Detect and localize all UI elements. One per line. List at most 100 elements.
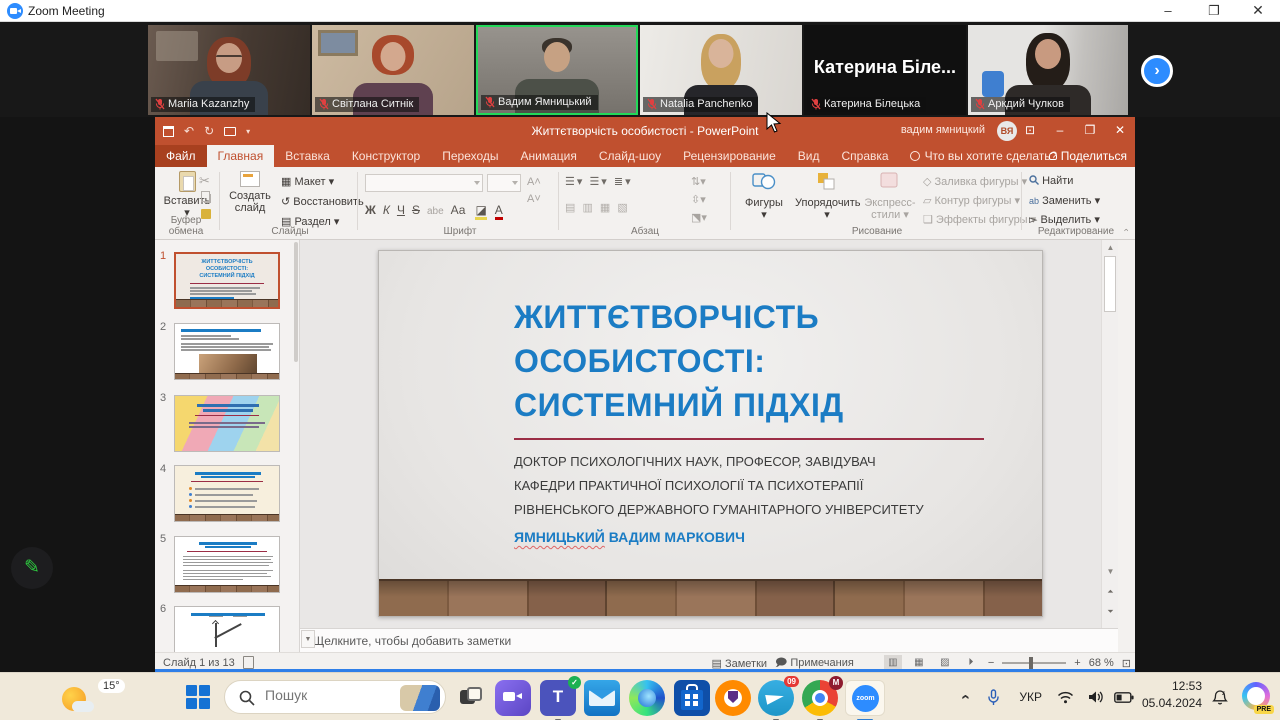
slide-thumbnail-1[interactable]: ЖИТТЄТВОРЧІСТЬОСОБИСТОСТІ:СИСТЕМНИЙ ПІДХ… <box>174 252 280 309</box>
search-box[interactable] <box>224 680 446 714</box>
ppt-minimize-button[interactable]: – <box>1045 117 1075 145</box>
task-view-button[interactable] <box>460 687 484 707</box>
ppt-user-name[interactable]: вадим ямницкий <box>901 124 985 136</box>
chat-app-icon[interactable] <box>495 680 531 716</box>
tab-review[interactable]: Рецензирование <box>672 145 787 167</box>
strike-button[interactable]: S <box>412 203 420 217</box>
reset-button[interactable]: ↺ Восстановить <box>281 195 364 208</box>
zoom-restore-button[interactable]: ❐ <box>1194 0 1234 22</box>
slide-thumbnail-5[interactable] <box>174 536 280 593</box>
video-tile-3-active[interactable]: Вадим Ямницький <box>476 25 638 115</box>
ppt-restore-button[interactable]: ❐ <box>1075 117 1105 145</box>
zoom-in-icon[interactable]: + <box>1074 657 1080 669</box>
italic-button[interactable]: К <box>383 203 390 217</box>
highlight-color-button[interactable]: ◪ <box>475 203 486 220</box>
slide-canvas[interactable]: ЖИТТЄТВОРЧІСТЬ ОСОБИСТОСТІ: СИСТЕМНИЙ ПІ… <box>378 250 1043 617</box>
video-tile-6[interactable]: Аркдий Чулков <box>968 25 1128 115</box>
slide-thumbnail-3[interactable] <box>174 395 280 452</box>
quick-styles-button[interactable]: Экспресс-стили ▾ <box>863 171 917 221</box>
tab-view[interactable]: Вид <box>787 145 831 167</box>
zoom-minimize-button[interactable]: – <box>1148 0 1188 22</box>
bold-button[interactable]: Ж <box>365 203 376 217</box>
slide-subtitle[interactable]: ДОКТОР ПСИХОЛОГІЧНИХ НАУК, ПРОФЕСОР, ЗАВ… <box>514 450 994 522</box>
previous-slide-icon[interactable]: ⏶ <box>1102 584 1118 600</box>
collapse-ribbon-icon[interactable]: › <box>1121 229 1131 232</box>
scroll-up-icon[interactable]: ▲ <box>1102 240 1118 256</box>
shape-fill-button[interactable]: ◇ Заливка фигуры ▾ <box>923 175 1027 188</box>
align-buttons[interactable]: ▤ ▥ ▦ ▧ <box>565 201 630 214</box>
zoom-percentage[interactable]: 68 % <box>1089 657 1114 669</box>
zoom-taskbar-icon[interactable]: zoom <box>845 680 885 716</box>
cut-icon[interactable]: ✂ <box>199 173 210 189</box>
share-button[interactable]: Поделиться <box>1049 145 1127 167</box>
smartart-button[interactable]: ⬔▾ <box>691 211 707 224</box>
ribbon-display-options-icon[interactable]: ⊡ <box>1015 117 1045 145</box>
font-name-combo[interactable] <box>365 174 483 192</box>
tray-wifi-icon[interactable] <box>1057 673 1074 720</box>
tab-insert[interactable]: Вставка <box>274 145 341 167</box>
select-button[interactable]: ▻ Выделить ▾ <box>1029 213 1100 226</box>
new-slide-button[interactable]: Создать слайд <box>225 171 275 214</box>
search-input[interactable] <box>265 687 385 703</box>
next-slide-icon[interactable]: ⏷ <box>1102 604 1118 620</box>
start-button[interactable] <box>186 685 210 709</box>
spellcheck-icon[interactable] <box>243 656 254 669</box>
avast-icon[interactable] <box>715 680 751 716</box>
scroll-down-icon[interactable]: ▼ <box>1102 564 1118 580</box>
slide-author[interactable]: ЯМНИЦЬКИЙ ВАДИМ МАРКОВИЧ <box>514 529 745 545</box>
telegram-icon[interactable]: 09 <box>758 680 794 716</box>
slide-thumbnail-4[interactable] <box>174 465 280 522</box>
next-videos-button[interactable]: › <box>1141 55 1173 87</box>
notes-pane[interactable]: Щелкните, чтобы добавить заметки <box>300 628 1118 652</box>
char-spacing-button[interactable]: abe <box>427 206 444 217</box>
shrink-font-icon[interactable]: A˅ <box>527 193 541 205</box>
underline-button[interactable]: Ч <box>397 203 405 217</box>
tell-me-box[interactable]: Что вы хотите сделать? <box>900 145 1068 167</box>
fit-to-window-icon[interactable]: ⊡ <box>1122 657 1131 670</box>
grow-font-icon[interactable]: A˄ <box>527 176 541 188</box>
zoom-out-icon[interactable]: − <box>988 657 994 669</box>
notes-splitter-button[interactable]: ▼ <box>301 630 315 648</box>
vertical-scrollbar[interactable]: ▲ ▼ ⏶ ⏷ <box>1101 240 1118 628</box>
tab-help[interactable]: Справка <box>830 145 899 167</box>
zoom-slider[interactable] <box>1002 662 1066 664</box>
slide-thumbnail-2[interactable] <box>174 323 280 380</box>
tab-home[interactable]: Главная <box>207 145 275 167</box>
tab-file[interactable]: Файл <box>155 145 207 167</box>
video-tile-4[interactable]: Natalia Panchenko <box>640 25 802 115</box>
copy-icon[interactable] <box>201 191 210 202</box>
notes-toggle[interactable]: ▤ Заметки <box>712 657 768 670</box>
chrome-icon[interactable]: M <box>802 680 838 716</box>
video-tile-1[interactable]: Mariia Kazanzhy <box>148 25 310 115</box>
arrange-button[interactable]: Упорядочить▾ <box>795 171 859 221</box>
annotate-button[interactable]: ✎ <box>11 547 53 589</box>
font-size-combo[interactable] <box>487 174 521 192</box>
tray-notification-bell-icon[interactable]: z <box>1212 673 1228 720</box>
tab-transitions[interactable]: Переходы <box>431 145 509 167</box>
edge-icon[interactable] <box>629 680 665 716</box>
video-tile-5-camera-off[interactable]: Катерина Біле... Катерина Білецька <box>804 25 966 115</box>
tab-animations[interactable]: Анимация <box>510 145 588 167</box>
shape-effects-button[interactable]: ❑ Эффекты фигуры ▾ <box>923 213 1036 226</box>
change-case-button[interactable]: Аа <box>451 203 466 217</box>
tray-clock[interactable]: 12:53 05.04.2024 <box>1142 678 1202 712</box>
video-tile-2[interactable]: Світлана Ситнік <box>312 25 474 115</box>
font-color-button[interactable]: A <box>495 203 503 220</box>
zoom-close-button[interactable]: ✕ <box>1238 0 1278 22</box>
mail-icon[interactable] <box>584 680 620 716</box>
ppt-user-avatar[interactable]: ВЯ <box>997 121 1017 141</box>
tray-language[interactable]: УКР <box>1019 673 1042 720</box>
tab-slideshow[interactable]: Слайд-шоу <box>588 145 672 167</box>
tray-battery-icon[interactable] <box>1114 673 1134 720</box>
align-text-button[interactable]: ⇳▾ <box>691 193 706 206</box>
find-button[interactable]: Найти <box>1029 175 1073 187</box>
scrollbar-thumb[interactable] <box>1104 256 1116 312</box>
ppt-close-button[interactable]: ✕ <box>1105 117 1135 145</box>
shapes-button[interactable]: Фигуры▾ <box>737 171 791 221</box>
slide-title[interactable]: ЖИТТЄТВОРЧІСТЬ ОСОБИСТОСТІ: СИСТЕМНИЙ ПІ… <box>514 295 994 427</box>
weather-widget[interactable]: 15° <box>10 677 130 717</box>
tray-chevron[interactable]: › <box>963 673 968 720</box>
text-direction-button[interactable]: ⇅▾ <box>691 175 706 188</box>
list-buttons[interactable]: ☰▾ ☰▾ ≣▾ <box>565 175 633 188</box>
tray-mic-icon[interactable] <box>987 673 1000 720</box>
